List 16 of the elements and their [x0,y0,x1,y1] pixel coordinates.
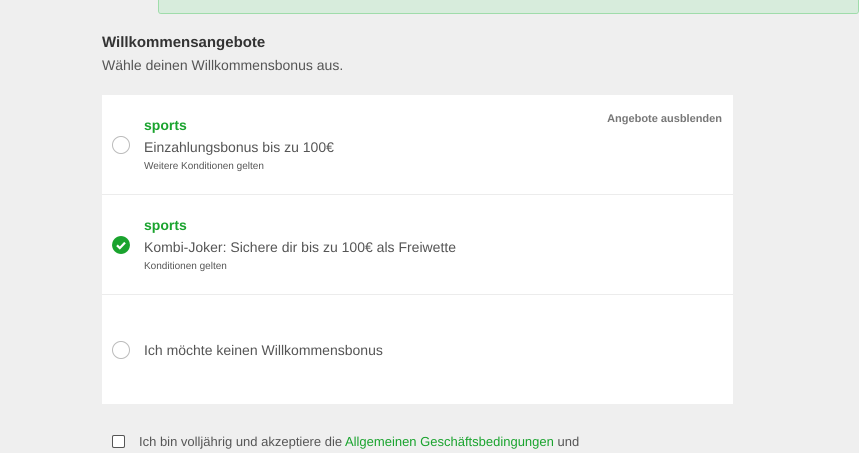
section-subtitle: Wähle deinen Willkommensbonus aus. [102,57,344,73]
radio-button[interactable] [112,340,130,358]
consent-checkbox[interactable] [112,435,125,448]
consent-text: Ich bin volljährig und akzeptiere die Allgemeinen Geschäftsbedingungen und [139,434,580,449]
radio-button[interactable] [112,136,130,154]
radio-checked-icon[interactable] [112,236,130,254]
offer-brand: sports [144,217,188,233]
offer-terms: Weitere Konditionen gelten [144,161,265,172]
hide-offers-link[interactable]: Angebote ausblenden [607,113,722,125]
terms-link[interactable]: Allgemeinen Geschäftsbedingungen [344,434,554,449]
offer-brand: sports [144,117,188,133]
section-title: Willkommensangebote [102,34,266,51]
offer-title: Kombi-Joker: Sichere dir bis zu 100€ als Freiwette [144,239,456,255]
offer-terms: Konditionen gelten [144,261,228,272]
offer-title: Ich möchte keinen Willkommensbonus [144,342,383,358]
offer-title: Einzahlungsbonus bis zu 100€ [144,139,334,155]
